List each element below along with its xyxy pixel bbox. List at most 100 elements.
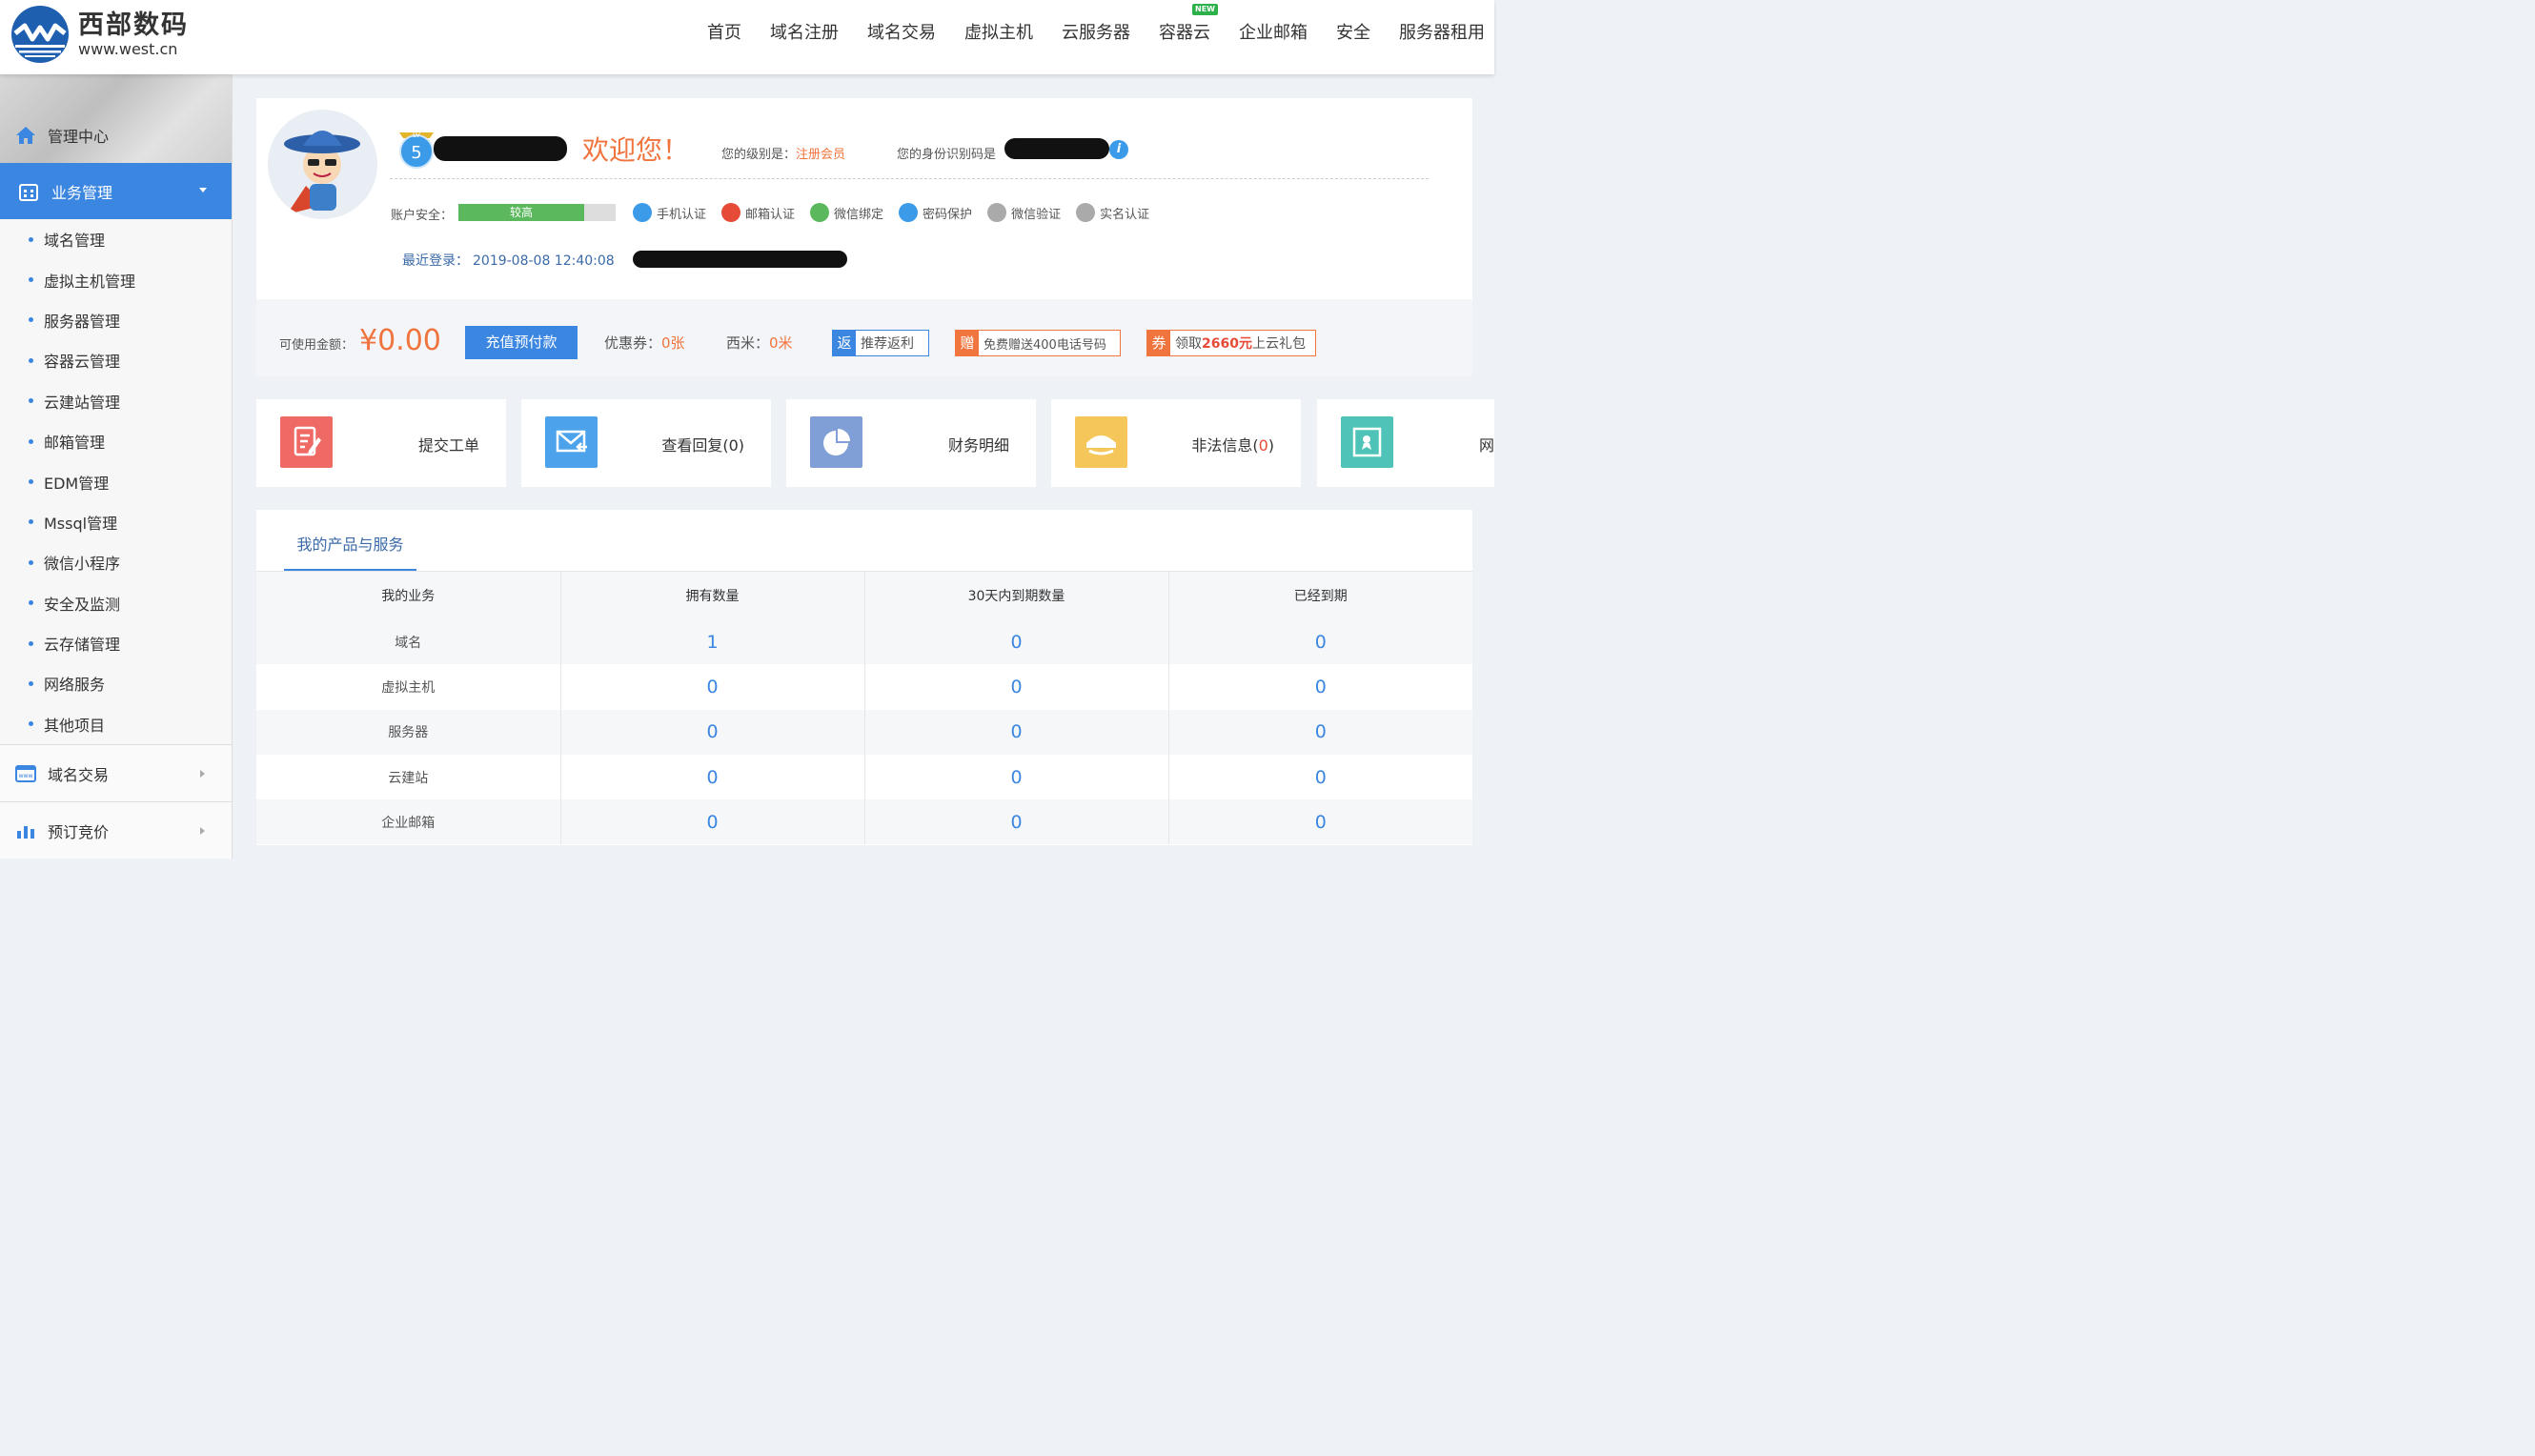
sidebar-subitem-domain[interactable]: 域名管理: [0, 219, 232, 259]
tab-my-products[interactable]: 我的产品与服务: [284, 531, 416, 571]
certificate-icon: [1341, 416, 1393, 468]
verify-phone[interactable]: 手机认证: [633, 203, 706, 222]
balance-amount: ¥0.00: [359, 324, 441, 357]
column-header: 拥有数量: [560, 572, 865, 619]
row-name: 虚拟主机: [256, 664, 561, 710]
nav-domain-trade[interactable]: 域名交易: [867, 19, 936, 44]
expired-count[interactable]: 0: [1168, 619, 1472, 665]
sidebar-subitem-security-monitor[interactable]: 安全及监测: [0, 583, 232, 623]
sidebar-item-business-management[interactable]: 业务管理: [0, 163, 232, 219]
caret-right-icon: [200, 827, 205, 836]
balance-label: 可使用金额：: [279, 338, 355, 353]
owned-count[interactable]: 0: [560, 664, 865, 710]
sidebar-subitem-site-builder[interactable]: 云建站管理: [0, 381, 232, 421]
table-row: 虚拟主机 0 0 0: [256, 664, 1472, 710]
sidebar-item-domain-trade[interactable]: www 域名交易: [0, 744, 232, 802]
coupon-count[interactable]: 优惠券：0张: [604, 333, 685, 353]
sidebar-subitem-mailbox[interactable]: 邮箱管理: [0, 421, 232, 461]
nav-cloud-server[interactable]: 云服务器: [1062, 19, 1130, 44]
ximi-count[interactable]: 西米：0米: [726, 333, 793, 353]
promo-tag: 返: [833, 331, 856, 355]
column-header: 已经到期: [1168, 572, 1472, 619]
info-icon[interactable]: i: [1109, 140, 1128, 159]
verify-wechat-bind[interactable]: 微信绑定: [810, 203, 883, 222]
bullet-icon: [29, 600, 33, 606]
row-name: 云建站: [256, 754, 561, 800]
table-row: 企业邮箱 0 0 0: [256, 799, 1472, 845]
sidebar-item-preorder-bid[interactable]: 预订竞价: [0, 801, 232, 859]
nav-container-cloud[interactable]: 容器云 NEW: [1159, 4, 1218, 44]
nav-security[interactable]: 安全: [1336, 19, 1370, 44]
expiring-count[interactable]: 0: [864, 754, 1169, 800]
verify-label: 邮箱认证: [745, 207, 796, 222]
nav-domain-register[interactable]: 域名注册: [770, 19, 839, 44]
bullet-icon: [29, 721, 33, 727]
promo-tag: 赠: [956, 331, 979, 355]
verify-wechat-check[interactable]: 微信验证: [987, 203, 1061, 222]
promo-free-400[interactable]: 赠免费赠送400电话号码: [955, 330, 1121, 356]
sidebar-subitem-server[interactable]: 服务器管理: [0, 300, 232, 340]
nav-enterprise-mail[interactable]: 企业邮箱: [1239, 19, 1308, 44]
verify-real-name[interactable]: 实名认证: [1076, 203, 1149, 222]
brand-text[interactable]: 西部数码 www.west.cn: [78, 11, 189, 59]
sidebar-subitem-virtual-host[interactable]: 虚拟主机管理: [0, 259, 232, 299]
recharge-button[interactable]: 充值预付款: [465, 326, 578, 359]
avatar[interactable]: [268, 110, 377, 219]
verify-label: 微信绑定: [834, 207, 884, 222]
expiring-count[interactable]: 0: [864, 799, 1169, 845]
svg-text:www: www: [19, 773, 33, 779]
owned-count[interactable]: 0: [560, 709, 865, 755]
expiring-count[interactable]: 0: [864, 709, 1169, 755]
owned-count[interactable]: 0: [560, 799, 865, 845]
sidebar-subitem-label: 微信小程序: [44, 555, 121, 574]
sidebar-subitem-wechat-mini[interactable]: 微信小程序: [0, 542, 232, 582]
promo-tag: 券: [1147, 331, 1170, 355]
nav-virtual-host[interactable]: 虚拟主机: [964, 19, 1033, 44]
verify-password[interactable]: 密码保护: [899, 203, 972, 222]
sidebar-subitem-cloud-storage[interactable]: 云存储管理: [0, 623, 232, 663]
top-header: 西部数码 www.west.cn 首页 域名注册 域名交易 虚拟主机 云服务器 …: [0, 0, 1494, 74]
tile-network[interactable]: 网: [1317, 399, 1494, 487]
sidebar-group-label: 域名交易: [48, 765, 110, 784]
sidebar-subitem-label: 云存储管理: [44, 636, 121, 655]
expiring-count[interactable]: 0: [864, 619, 1169, 665]
west-logo-icon[interactable]: [10, 5, 71, 64]
sidebar-subitem-network[interactable]: 网络服务: [0, 663, 232, 703]
nav-server-rental[interactable]: 服务器租用: [1399, 19, 1485, 44]
expired-count[interactable]: 0: [1168, 709, 1472, 755]
ximi-label: 西米：: [726, 334, 770, 352]
sidebar-subitem-other[interactable]: 其他项目: [0, 704, 232, 744]
welcome-text: 欢迎您！: [582, 134, 690, 166]
bullet-icon: [29, 479, 33, 485]
sidebar-subitem-label: 其他项目: [44, 716, 106, 735]
owned-count[interactable]: 1: [560, 619, 865, 665]
member-level-label: 您的级别是：: [721, 148, 797, 162]
bar-chart-icon: [17, 825, 34, 839]
tile-finance-details[interactable]: 财务明细: [786, 399, 1036, 487]
verify-email[interactable]: 邮箱认证: [721, 203, 795, 222]
expired-count[interactable]: 0: [1168, 755, 1472, 799]
row-name: 服务器: [256, 709, 561, 755]
security-label: 账户安全：: [391, 209, 454, 223]
tile-view-replies[interactable]: 查看回复(0): [521, 399, 771, 487]
sidebar-subitem-mssql[interactable]: Mssql管理: [0, 502, 232, 542]
nav-home[interactable]: 首页: [707, 19, 741, 44]
sidebar-subitem-label: 网络服务: [44, 676, 106, 695]
sidebar-subitem-edm[interactable]: EDM管理: [0, 461, 232, 501]
expired-count[interactable]: 0: [1168, 664, 1472, 709]
sidebar-item-management-center[interactable]: 管理中心: [15, 124, 109, 147]
tile-submit-ticket[interactable]: 提交工单: [256, 399, 506, 487]
tile-illegal-info[interactable]: 非法信息(0): [1051, 399, 1301, 487]
expiring-count[interactable]: 0: [864, 664, 1169, 710]
sidebar-subitem-container-cloud[interactable]: 容器云管理: [0, 340, 232, 380]
bullet-icon: [29, 438, 33, 444]
expired-count[interactable]: 0: [1168, 799, 1472, 845]
promo-cloud-gift[interactable]: 券领取 2660元 上云礼包: [1146, 330, 1316, 356]
sidebar-subitem-label: 服务器管理: [44, 312, 121, 331]
promo-text: 免费赠送400电话号码: [984, 337, 1106, 353]
sidebar-subitem-label: 域名管理: [44, 232, 106, 251]
sidebar-subitem-label: 邮箱管理: [44, 434, 106, 453]
promo-referral[interactable]: 返推荐返利: [832, 330, 929, 356]
column-header: 我的业务: [256, 572, 561, 619]
owned-count[interactable]: 0: [560, 754, 865, 800]
